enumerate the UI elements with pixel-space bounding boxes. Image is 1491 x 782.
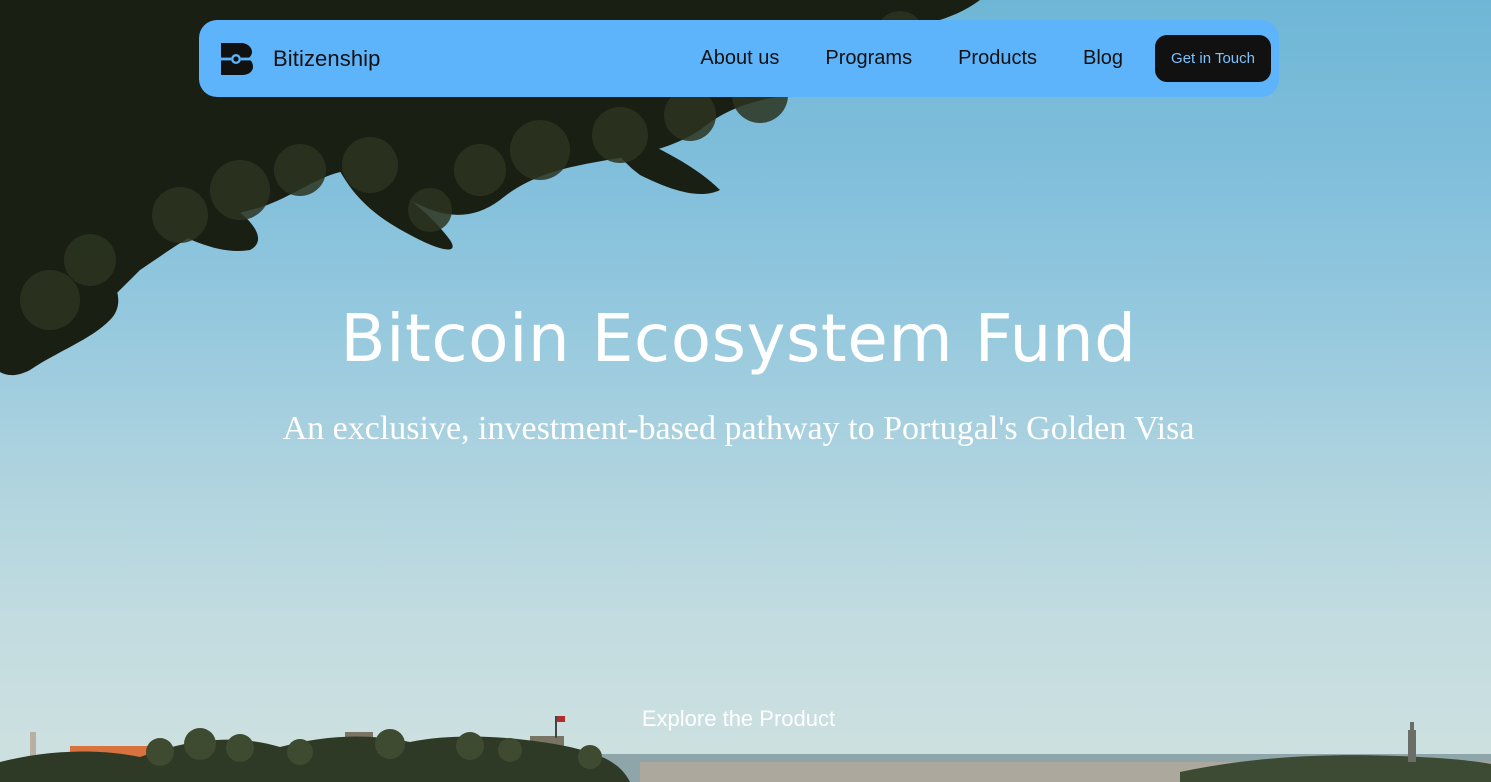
nav-link-products[interactable]: Products [958, 47, 1037, 70]
top-navbar: Bitizenship About us Programs Products B… [199, 20, 1279, 97]
brand-home-link[interactable]: Bitizenship [219, 41, 381, 77]
hero-subtitle: An exclusive, investment-based pathway t… [282, 410, 1195, 447]
nav-link-about-us[interactable]: About us [700, 47, 779, 70]
bitizenship-logo-icon [219, 42, 255, 75]
get-in-touch-button[interactable]: Get in Touch [1155, 35, 1271, 82]
nav-link-blog[interactable]: Blog [1083, 47, 1123, 70]
hero-section: Bitizenship About us Programs Products B… [0, 0, 1491, 782]
nav-links: About us Programs Products Blog Get in T… [677, 35, 1271, 82]
nav-link-programs[interactable]: Programs [825, 47, 912, 70]
hero-title: Bitcoin Ecosystem Fund [340, 300, 1137, 377]
explore-product-link[interactable]: Explore the Product [0, 706, 1477, 732]
brand-name: Bitizenship [273, 45, 381, 71]
